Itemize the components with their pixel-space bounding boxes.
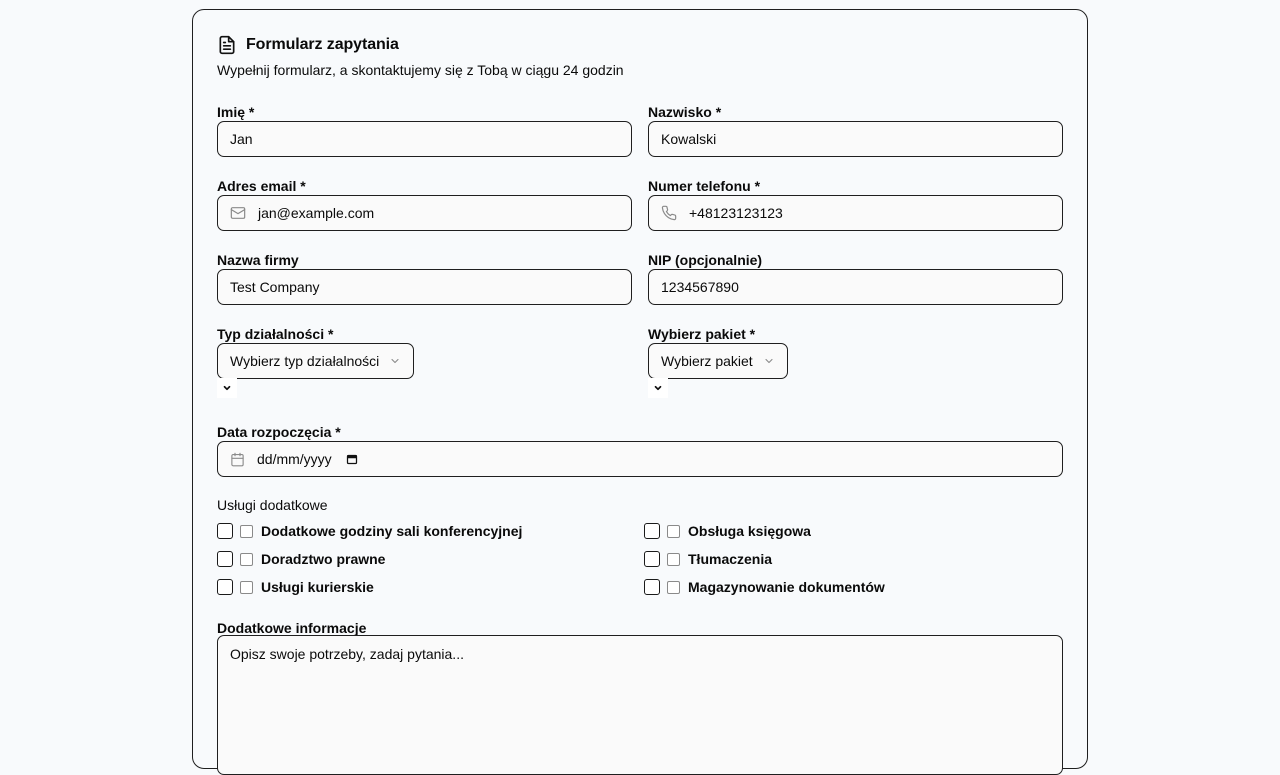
checkbox-inner[interactable] xyxy=(667,580,680,594)
company-field: Nazwa firmy Test Company xyxy=(217,251,632,305)
service-label: Doradztwo prawne xyxy=(261,551,386,567)
service-courier[interactable]: Usługi kurierskie xyxy=(217,577,374,597)
checkbox[interactable] xyxy=(644,579,660,595)
form-subtitle: Wypełnij formularz, a skontaktujemy się … xyxy=(217,62,624,78)
phone-input[interactable]: +48123123123 xyxy=(648,195,1063,231)
last-name-input[interactable]: Kowalski xyxy=(648,121,1063,157)
checkbox-inner[interactable] xyxy=(240,580,253,594)
package-native-select[interactable] xyxy=(648,378,668,398)
service-document-storage[interactable]: Magazynowanie dokumentów xyxy=(644,577,885,597)
package-value: Wybierz pakiet xyxy=(661,353,753,369)
service-label: Dodatkowe godziny sali konferencyjnej xyxy=(261,523,523,539)
first-name-field: Imię * Jan xyxy=(217,103,632,157)
company-label: Nazwa firmy xyxy=(217,252,299,268)
business-type-value: Wybierz typ działalności xyxy=(230,353,380,369)
email-label: Adres email * xyxy=(217,178,306,194)
service-legal[interactable]: Doradztwo prawne xyxy=(217,549,385,569)
checkbox[interactable] xyxy=(217,523,233,539)
nip-value: 1234567890 xyxy=(661,279,739,295)
service-label: Obsługa księgowa xyxy=(688,523,811,539)
chevron-down-icon xyxy=(654,385,662,391)
chevron-down-icon xyxy=(763,355,775,367)
notes-placeholder: Opisz swoje potrzeby, zadaj pytania... xyxy=(230,646,464,662)
first-name-input[interactable]: Jan xyxy=(217,121,632,157)
start-date-input[interactable]: dd/mm/yyyy xyxy=(217,441,1063,477)
document-icon xyxy=(217,35,237,55)
date-picker-icon[interactable] xyxy=(346,453,358,465)
chevron-down-icon xyxy=(223,385,231,391)
service-translation[interactable]: Tłumaczenia xyxy=(644,549,772,569)
last-name-label: Nazwisko * xyxy=(648,104,722,120)
phone-label: Numer telefonu * xyxy=(648,178,761,194)
email-field: Adres email * jan@example.com xyxy=(217,177,632,231)
business-type-select[interactable]: Wybierz typ działalności xyxy=(217,343,415,379)
package-select[interactable]: Wybierz pakiet xyxy=(648,343,788,379)
notes-textarea[interactable]: Opisz swoje potrzeby, zadaj pytania... xyxy=(217,635,1063,775)
nip-input[interactable]: 1234567890 xyxy=(648,269,1063,305)
nip-label: NIP (opcjonalnie) xyxy=(648,252,763,268)
service-label: Magazynowanie dokumentów xyxy=(688,579,885,595)
service-accounting[interactable]: Obsługa księgowa xyxy=(644,521,811,541)
business-type-native-select[interactable] xyxy=(217,378,237,398)
service-conference-hours[interactable]: Dodatkowe godziny sali konferencyjnej xyxy=(217,521,522,541)
start-date-value: dd/mm/yyyy xyxy=(257,451,332,467)
checkbox-inner[interactable] xyxy=(240,552,253,566)
service-label: Tłumaczenia xyxy=(688,551,773,567)
inquiry-form-card: Formularz zapytania Wypełnij formularz, … xyxy=(192,9,1088,775)
checkbox[interactable] xyxy=(644,523,660,539)
last-name-value: Kowalski xyxy=(661,131,717,147)
phone-icon xyxy=(661,205,677,221)
form-header: Formularz zapytania xyxy=(217,34,399,56)
last-name-field: Nazwisko * Kowalski xyxy=(648,103,1063,157)
calendar-icon xyxy=(230,452,245,467)
package-field: Wybierz pakiet * Wybierz pakiet xyxy=(648,325,1063,379)
checkbox[interactable] xyxy=(217,579,233,595)
company-input[interactable]: Test Company xyxy=(217,269,632,305)
checkbox-inner[interactable] xyxy=(240,524,253,538)
chevron-down-icon xyxy=(389,355,401,367)
business-type-label: Typ działalności * xyxy=(217,326,334,342)
start-date-field: Data rozpoczęcia * dd/mm/yyyy xyxy=(217,423,1063,477)
nip-field: NIP (opcjonalnie) 1234567890 xyxy=(648,251,1063,305)
checkbox-inner[interactable] xyxy=(667,552,680,566)
first-name-value: Jan xyxy=(230,131,253,147)
services-label: Usługi dodatkowe xyxy=(217,497,328,513)
service-label: Usługi kurierskie xyxy=(261,579,374,595)
email-input[interactable]: jan@example.com xyxy=(217,195,632,231)
first-name-label: Imię * xyxy=(217,104,255,120)
checkbox-inner[interactable] xyxy=(667,524,680,538)
mail-icon xyxy=(230,205,246,221)
checkbox[interactable] xyxy=(217,551,233,567)
form-title: Formularz zapytania xyxy=(246,36,399,53)
checkbox[interactable] xyxy=(644,551,660,567)
phone-value: +48123123123 xyxy=(689,205,783,221)
company-value: Test Company xyxy=(230,279,320,295)
email-value: jan@example.com xyxy=(258,205,375,221)
start-date-label: Data rozpoczęcia * xyxy=(217,424,341,440)
package-label: Wybierz pakiet * xyxy=(648,326,756,342)
business-type-field: Typ działalności * Wybierz typ działalno… xyxy=(217,325,632,379)
phone-field: Numer telefonu * +48123123123 xyxy=(648,177,1063,231)
